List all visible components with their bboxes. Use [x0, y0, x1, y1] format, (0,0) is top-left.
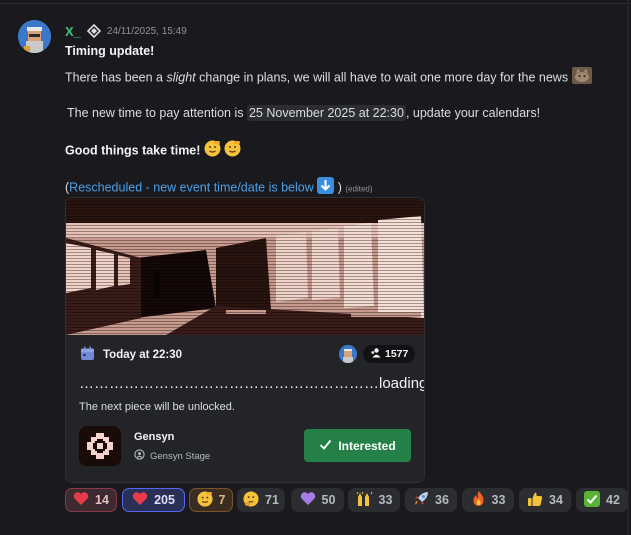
reaction-raising-hands[interactable]: 33 — [348, 488, 400, 512]
message-timestamp: 24/11/2025, 15:49 — [106, 25, 187, 37]
fire-icon — [471, 490, 486, 510]
event-title: ……………………………………………………loading — [79, 375, 425, 392]
purple-heart-icon — [300, 491, 316, 509]
calendar-icon — [80, 346, 95, 364]
event-time: Today at 22:30 — [103, 349, 183, 361]
message-header: X_ 24/11/2025, 15:49 — [65, 23, 187, 39]
reschedule-link[interactable]: Rescheduled - new event time/date is bel… — [69, 180, 314, 194]
reaction-fire[interactable]: 33 — [462, 488, 514, 512]
raising-hands-icon — [356, 491, 373, 510]
check-mark-button-icon — [584, 490, 601, 510]
username[interactable]: X_ — [65, 24, 81, 39]
event-banner-image — [66, 198, 424, 335]
people-icon — [370, 347, 381, 361]
saluting-face-icon — [224, 140, 241, 162]
thumbs-up-icon — [527, 491, 543, 510]
message-line-1: There has been a slight change in plans,… — [65, 67, 592, 89]
reaction-check-mark[interactable]: 42 — [576, 488, 628, 512]
red-heart-icon — [132, 491, 148, 509]
red-heart-icon — [73, 491, 89, 509]
message-heading: Timing update! — [65, 44, 155, 58]
reaction-thumbs-up[interactable]: 34 — [519, 488, 571, 512]
stage-name: Gensyn Stage — [150, 450, 211, 462]
interested-count-pill[interactable]: 1577 — [363, 345, 416, 363]
event-card[interactable]: Today at 22:30 1577 ……………………………………………………… — [65, 197, 425, 483]
edited-marker: (edited) — [345, 184, 373, 194]
saluting-face-icon — [204, 140, 221, 162]
reaction-red-heart-selected[interactable]: 205 — [122, 488, 185, 512]
rocket-icon — [413, 491, 429, 510]
reaction-rocket[interactable]: 36 — [405, 488, 457, 512]
saluting-face-icon — [196, 490, 213, 510]
server-name[interactable]: Gensyn — [134, 431, 174, 443]
scrollbar-track[interactable] — [627, 0, 629, 535]
guild-tag-icon[interactable] — [86, 23, 102, 39]
top-divider — [0, 3, 631, 4]
event-time-row: Today at 22:30 — [80, 346, 182, 364]
cat-emoji-icon — [571, 67, 592, 89]
reaction-thinking-face[interactable]: 71 — [237, 488, 285, 512]
reaction-purple-heart[interactable]: 50 — [291, 488, 344, 512]
event-description: The next piece will be unlocked. — [79, 401, 235, 413]
checkmark-icon — [319, 438, 332, 454]
message-line-link: (Rescheduled - new event time/date is be… — [65, 177, 373, 199]
stage-row: Gensyn Stage — [134, 449, 210, 463]
date-highlight: 25 November 2025 at 22:30 — [246, 105, 406, 121]
user-avatar[interactable] — [18, 20, 51, 53]
down-arrow-icon — [317, 177, 335, 199]
stage-icon — [134, 449, 145, 463]
server-logo-icon[interactable] — [79, 426, 121, 466]
host-avatar[interactable] — [339, 345, 357, 363]
message-line-2: The new time to pay attention is 25 Nove… — [67, 105, 541, 121]
event-card-body: Today at 22:30 1577 ……………………………………………………… — [66, 335, 424, 482]
interested-button[interactable]: Interested — [304, 429, 411, 462]
thinking-face-icon — [243, 490, 259, 510]
reaction-red-heart[interactable]: 14 — [65, 488, 117, 512]
reaction-saluting-face[interactable]: 7 — [189, 488, 233, 512]
message-line-3: Good things take time! — [65, 140, 241, 162]
